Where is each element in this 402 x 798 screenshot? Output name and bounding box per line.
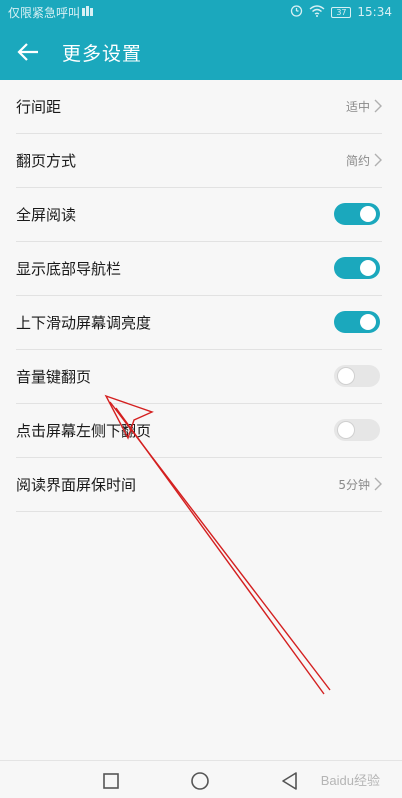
setting-row-page-turn-mode[interactable]: 翻页方式 简约 bbox=[16, 134, 382, 188]
alarm-icon bbox=[290, 4, 303, 20]
chevron-right-icon bbox=[374, 477, 382, 491]
recents-button[interactable] bbox=[101, 771, 121, 791]
tap-left-next-page-toggle[interactable] bbox=[334, 419, 380, 441]
setting-label: 点击屏幕左侧下翻页 bbox=[16, 422, 152, 440]
show-bottom-nav-toggle[interactable] bbox=[334, 257, 380, 279]
fullscreen-reading-toggle[interactable] bbox=[334, 203, 380, 225]
status-bar: 仅限紧急呼叫 37 15:34 bbox=[0, 0, 402, 24]
toggle-knob bbox=[360, 206, 376, 222]
circle-home-icon bbox=[191, 772, 209, 790]
chevron-right-icon bbox=[374, 153, 382, 167]
back-button[interactable] bbox=[14, 38, 42, 66]
wifi-icon bbox=[309, 4, 325, 20]
setting-label: 上下滑动屏幕调亮度 bbox=[16, 314, 152, 332]
toolbar: 更多设置 bbox=[0, 24, 402, 80]
status-left: 仅限紧急呼叫 bbox=[8, 4, 94, 21]
back-nav-button[interactable] bbox=[280, 771, 300, 791]
toggle-knob bbox=[338, 422, 354, 438]
home-button[interactable] bbox=[190, 771, 210, 791]
chevron-right-icon bbox=[374, 99, 382, 113]
status-right: 37 15:34 bbox=[290, 4, 392, 20]
toggle-knob bbox=[360, 314, 376, 330]
setting-row-volume-key-page-turn: 音量键翻页 bbox=[16, 350, 382, 404]
toggle-knob bbox=[338, 368, 354, 384]
setting-value: 5分钟 bbox=[338, 478, 370, 492]
setting-row-line-spacing[interactable]: 行间距 适中 bbox=[16, 80, 382, 134]
watermark: Baidu经验 bbox=[320, 773, 380, 788]
volume-key-page-turn-toggle[interactable] bbox=[334, 365, 380, 387]
setting-value: 适中 bbox=[345, 100, 370, 114]
status-time: 15:34 bbox=[357, 5, 392, 19]
settings-list: 行间距 适中 翻页方式 简约 全屏阅读 显示底部导航栏 上下滑动屏幕调亮度 音量… bbox=[0, 80, 402, 512]
setting-row-swipe-brightness: 上下滑动屏幕调亮度 bbox=[16, 296, 382, 350]
square-recents-icon bbox=[103, 773, 119, 789]
setting-row-fullscreen-reading: 全屏阅读 bbox=[16, 188, 382, 242]
notification-icon bbox=[82, 5, 94, 20]
carrier-text: 仅限紧急呼叫 bbox=[8, 6, 81, 20]
page-title: 更多设置 bbox=[62, 43, 143, 65]
battery-icon: 37 bbox=[331, 6, 352, 18]
setting-row-screen-saver-time[interactable]: 阅读界面屏保时间 5分钟 bbox=[16, 458, 382, 512]
setting-label: 行间距 bbox=[16, 98, 62, 116]
setting-label: 显示底部导航栏 bbox=[16, 260, 122, 278]
setting-label: 全屏阅读 bbox=[16, 206, 77, 224]
setting-label: 音量键翻页 bbox=[16, 368, 92, 386]
arrow-left-icon bbox=[17, 43, 38, 61]
triangle-back-icon bbox=[282, 772, 297, 790]
setting-row-show-bottom-nav: 显示底部导航栏 bbox=[16, 242, 382, 296]
setting-row-tap-left-next-page: 点击屏幕左侧下翻页 bbox=[16, 404, 382, 458]
toggle-knob bbox=[360, 260, 376, 276]
setting-label: 翻页方式 bbox=[16, 152, 77, 170]
setting-value: 简约 bbox=[345, 154, 370, 168]
app-screen: 仅限紧急呼叫 37 15:34 更多设置 行间距 适中 翻页方式 简约 全屏阅读… bbox=[0, 0, 402, 798]
setting-label: 阅读界面屏保时间 bbox=[16, 476, 137, 494]
swipe-brightness-toggle[interactable] bbox=[334, 311, 380, 333]
